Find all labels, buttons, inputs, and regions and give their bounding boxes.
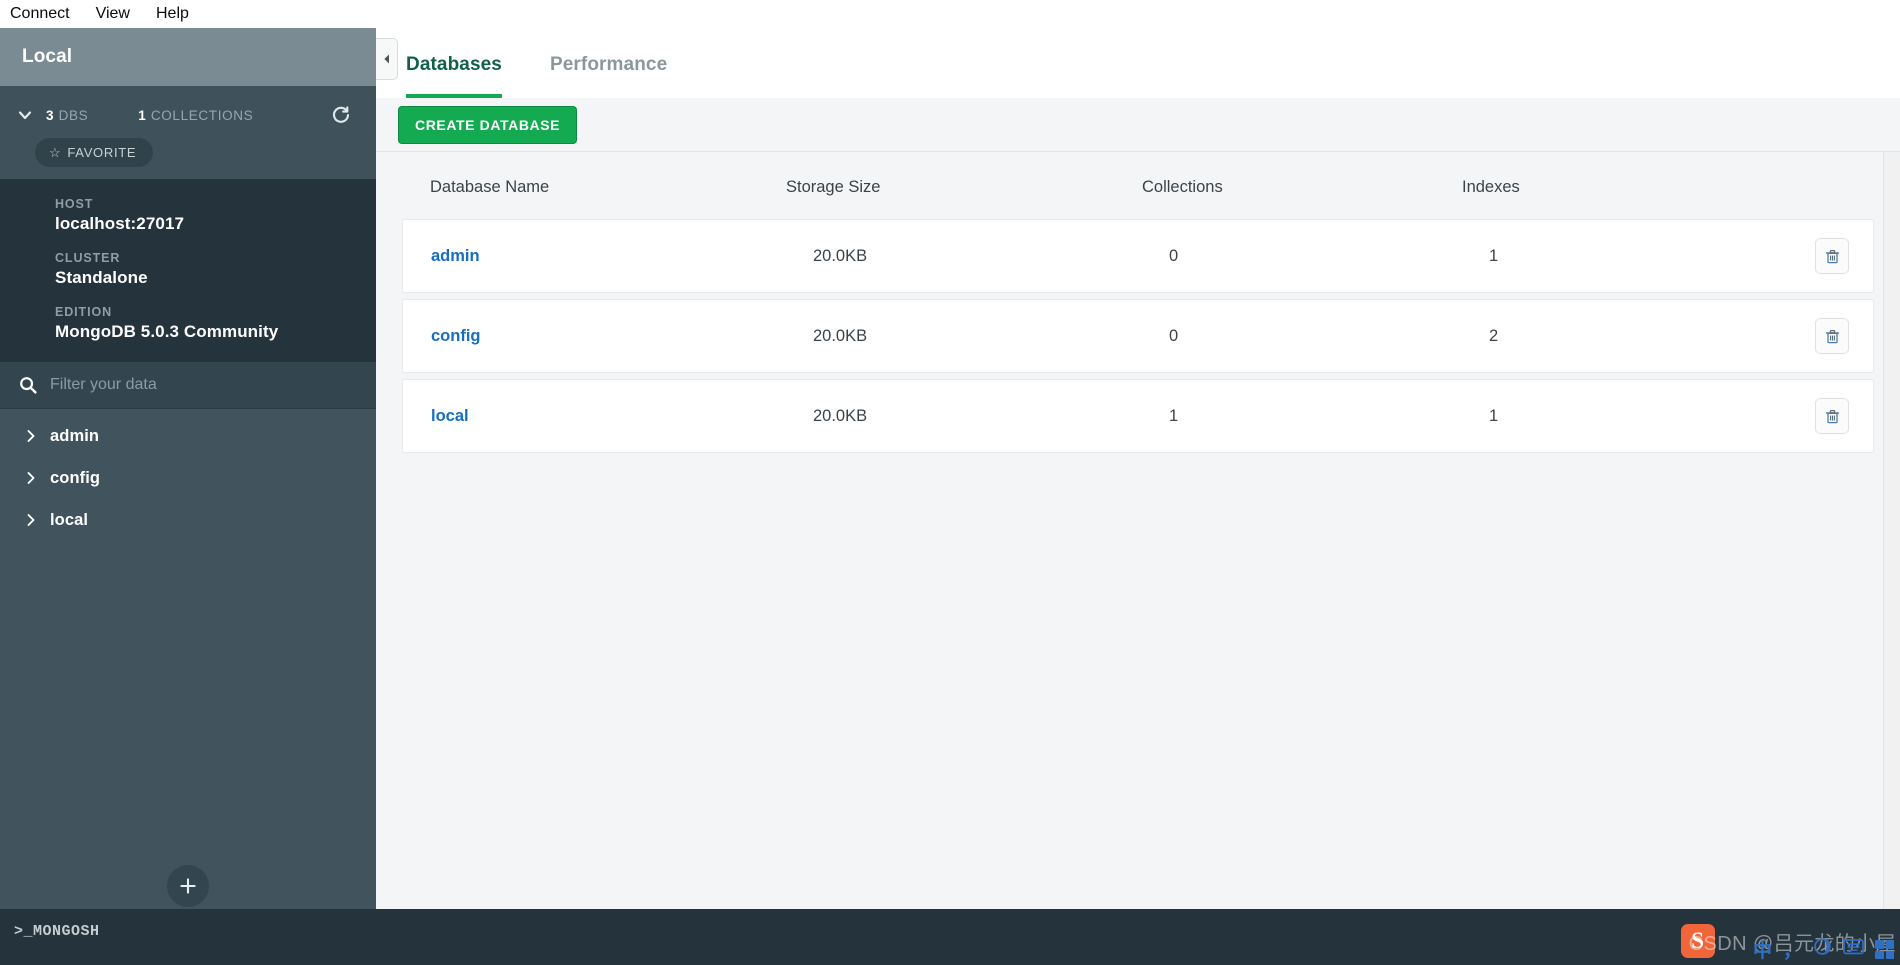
host-label: HOST	[55, 197, 376, 211]
chevron-right-icon[interactable]	[18, 470, 44, 486]
sidebar-item-admin[interactable]: admin	[0, 415, 376, 457]
database-link[interactable]: local	[431, 407, 469, 425]
cell-collections: 0	[1169, 247, 1489, 266]
refresh-icon[interactable]	[328, 102, 354, 128]
menu-connect[interactable]: Connect	[10, 6, 70, 22]
sidebar-stats-row: 3 DBS 1 COLLECTIONS	[0, 100, 376, 130]
host-value: localhost:27017	[55, 214, 376, 234]
plus-icon[interactable]	[167, 865, 209, 907]
cell-indexes: 2	[1489, 327, 1815, 346]
sidebar-item-label: local	[50, 511, 88, 530]
favorite-label: FAVORITE	[67, 145, 136, 160]
tab-bar: Databases Performance	[376, 28, 1900, 98]
databases-list-region: Database Name Storage Size Collections I…	[376, 152, 1900, 937]
connection-name: Local	[22, 46, 72, 68]
cell-storage-size: 20.0KB	[813, 247, 1169, 266]
mongosh-label: >_MONGOSH	[14, 923, 100, 940]
chevron-right-icon[interactable]	[18, 512, 44, 528]
table-row[interactable]: local 20.0KB 1 1	[402, 379, 1874, 453]
cell-indexes: 1	[1489, 247, 1815, 266]
chevron-left-icon[interactable]	[376, 38, 398, 80]
mongosh-shell-bar[interactable]: >_MONGOSH	[0, 909, 1900, 965]
table-row[interactable]: admin 20.0KB 0 1	[402, 219, 1874, 293]
column-header-database-name: Database Name	[376, 178, 786, 197]
database-link[interactable]: config	[431, 327, 481, 345]
favorite-button[interactable]: ☆ FAVORITE	[35, 138, 153, 167]
app-shell: Local 3 DBS 1 COLLECTIONS ☆	[0, 28, 1900, 965]
column-header-storage-size: Storage Size	[786, 178, 1142, 197]
column-header-indexes: Indexes	[1462, 178, 1780, 197]
edition-value: MongoDB 5.0.3 Community	[55, 322, 376, 342]
edition-label: EDITION	[55, 305, 376, 319]
chevron-down-icon[interactable]	[14, 104, 36, 126]
database-link[interactable]: admin	[431, 247, 480, 265]
cell-collections: 1	[1169, 407, 1489, 426]
databases-toolbar: CREATE DATABASE	[376, 98, 1900, 152]
mongosh-truncated-text	[0, 957, 1900, 965]
cell-storage-size: 20.0KB	[813, 327, 1169, 346]
favorite-row: ☆ FAVORITE	[0, 130, 376, 167]
column-header-collections: Collections	[1142, 178, 1462, 197]
sidebar-item-label: config	[50, 469, 100, 488]
cell-storage-size: 20.0KB	[813, 407, 1169, 426]
chevron-right-icon[interactable]	[18, 428, 44, 444]
delete-database-button[interactable]	[1815, 398, 1849, 434]
collections-count-value: 1	[138, 108, 146, 123]
menu-view[interactable]: View	[96, 6, 130, 22]
collections-count: 1 COLLECTIONS	[138, 108, 253, 123]
filter-input[interactable]	[50, 376, 320, 394]
star-outline-icon: ☆	[49, 146, 61, 159]
cell-indexes: 1	[1489, 407, 1815, 426]
tab-databases[interactable]: Databases	[406, 54, 502, 98]
create-database-button[interactable]: CREATE DATABASE	[398, 106, 577, 144]
table-row[interactable]: config 20.0KB 0 2	[402, 299, 1874, 373]
tab-performance[interactable]: Performance	[550, 54, 667, 98]
menu-help[interactable]: Help	[156, 6, 189, 22]
table-header-row: Database Name Storage Size Collections I…	[376, 152, 1900, 219]
cell-collections: 0	[1169, 327, 1489, 346]
dbs-count-label: DBS	[59, 108, 89, 123]
column-header-actions	[1780, 178, 1900, 197]
connection-info-panel: HOST localhost:27017 CLUSTER Standalone …	[0, 179, 376, 362]
cluster-label: CLUSTER	[55, 251, 376, 265]
dbs-count-value: 3	[46, 108, 54, 123]
connection-title-band: Local	[0, 28, 376, 86]
collections-count-label: COLLECTIONS	[151, 108, 253, 123]
sidebar-item-local[interactable]: local	[0, 499, 376, 541]
sidebar-item-label: admin	[50, 427, 99, 446]
sidebar: Local 3 DBS 1 COLLECTIONS ☆	[0, 28, 376, 937]
database-tree: admin config local	[0, 409, 376, 847]
filter-bar	[0, 362, 376, 409]
delete-database-button[interactable]	[1815, 318, 1849, 354]
cluster-value: Standalone	[55, 268, 376, 288]
sidebar-stats-band: 3 DBS 1 COLLECTIONS ☆ FAVORITE	[0, 86, 376, 179]
application-menu-bar: Connect View Help	[0, 0, 1900, 28]
sidebar-item-config[interactable]: config	[0, 457, 376, 499]
delete-database-button[interactable]	[1815, 238, 1849, 274]
main-content: Databases Performance CREATE DATABASE Da…	[376, 28, 1900, 937]
vertical-scrollbar[interactable]	[1883, 152, 1900, 937]
search-icon	[18, 375, 38, 395]
dbs-count: 3 DBS	[46, 108, 88, 123]
